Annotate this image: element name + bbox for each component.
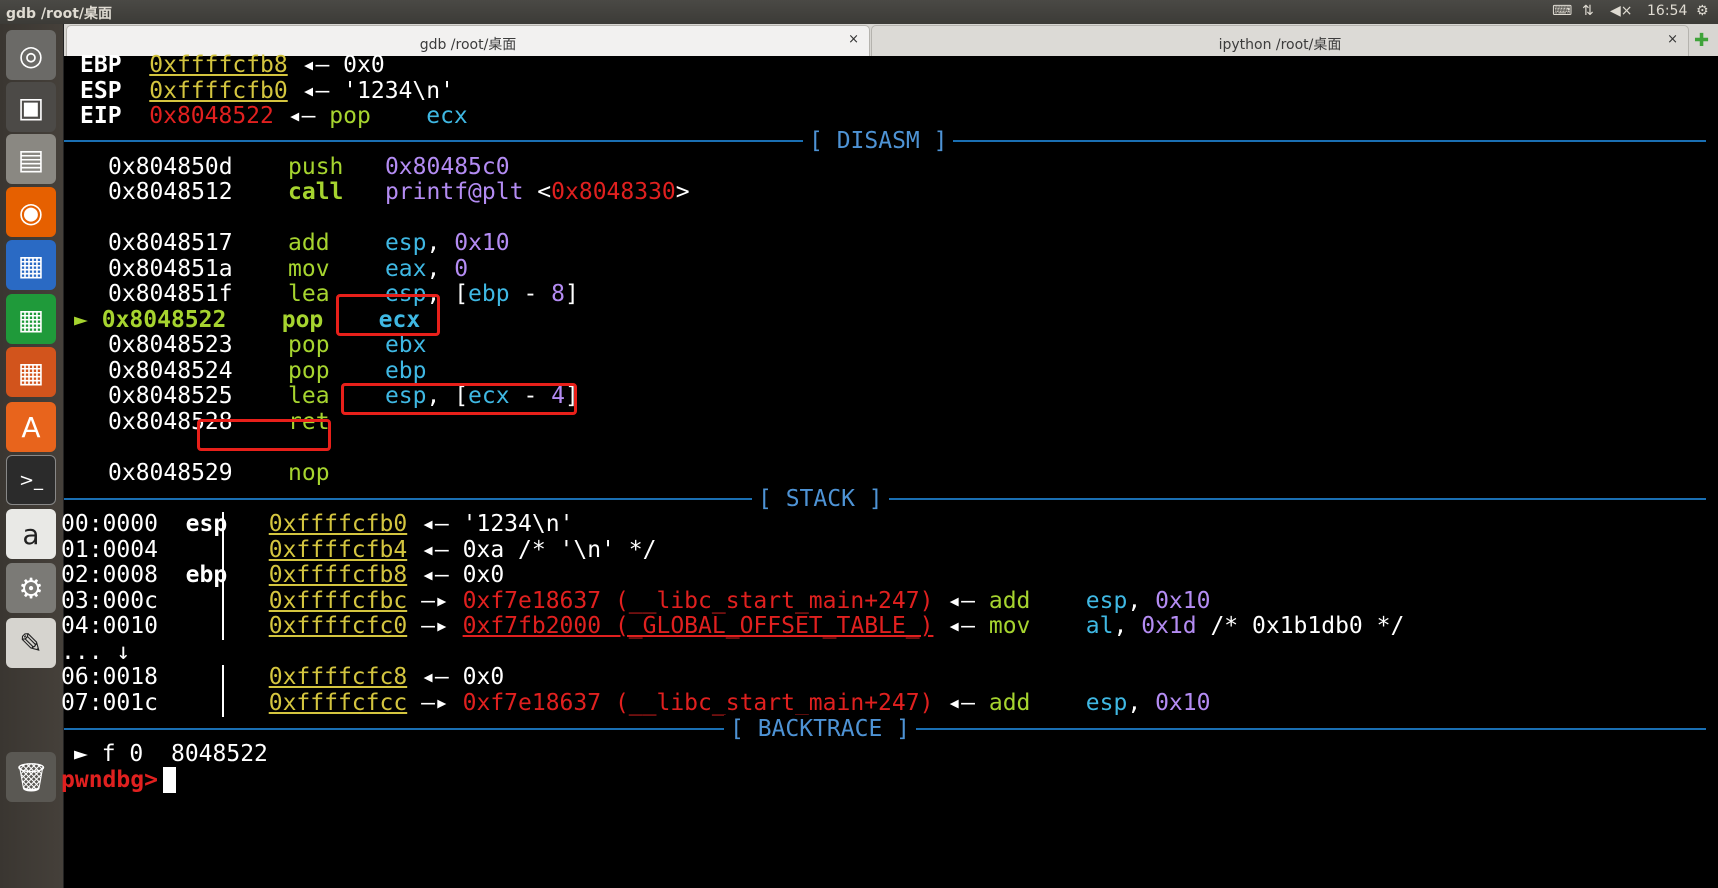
disasm-line: 0x8048529 nop (108, 460, 330, 486)
terminal-icon[interactable]: >_ (6, 455, 56, 505)
system-settings-icon[interactable]: ⚙ (6, 563, 56, 613)
text-editor-icon[interactable]: ✎ (6, 618, 56, 668)
stack-row: 03:000c 0xffffcfbc —▸ 0xf7e18637 (__libc… (61, 588, 1211, 614)
stack-separator (222, 589, 224, 615)
annotation-box-lea-esp (341, 383, 577, 415)
annotation-box-pop-ecx (336, 294, 440, 336)
network-icon[interactable]: ⇅ (1582, 3, 1594, 19)
stack-separator (222, 563, 224, 589)
tab-ipython[interactable]: ipython /root/桌面 × (871, 25, 1689, 56)
trash-icon[interactable]: 🗑 (6, 752, 56, 802)
stack-header: [ STACK ] (752, 485, 889, 513)
amazon-icon[interactable]: a (6, 509, 56, 559)
stack-separator (222, 691, 224, 717)
annotation-box-ret (197, 419, 331, 451)
register-eip: EIP 0x8048522 ◂— pop ecx (80, 103, 468, 129)
top-panel: gdb /root/桌面 ⌨ ⇅ ◀× 16:54 ⚙ (0, 0, 1718, 24)
calc-icon[interactable]: ▦ (6, 294, 56, 344)
disasm-line: 0x8048512 call printf@plt <0x8048330> (108, 179, 690, 205)
ubuntu-dash-icon[interactable]: ◎ (6, 30, 56, 80)
writer-icon[interactable]: ▦ (6, 240, 56, 290)
launcher: ◎ ▣ ▤ ◉ ▦ ▦ ▦ A >_ a ⚙ ✎ 🗑 (0, 24, 64, 888)
terminal-cursor (163, 767, 176, 793)
disasm-header: [ DISASM ] (803, 127, 954, 155)
register-esp: ESP 0xffffcfb0 ◂— '1234\n' (80, 78, 454, 104)
disasm-line: 0x8048517 add esp, 0x10 (108, 230, 510, 256)
stack-row: 04:0010 0xffffcfc0 —▸ 0xf7fb2000 (_GLOBA… (61, 613, 1405, 639)
pwndbg-prompt[interactable]: pwndbg> (61, 766, 172, 794)
power-gear-icon[interactable]: ⚙ (1696, 3, 1709, 19)
stack-separator (222, 512, 224, 538)
tab-label: ipython /root/桌面 (1218, 37, 1342, 53)
stack-row: 06:0018 0xffffcfc8 ◂— 0x0 (61, 664, 505, 690)
stack-row: 02:0008 ebp 0xffffcfb8 ◂— 0x0 (61, 562, 505, 588)
stack-row: 00:0000 esp 0xffffcfb0 ◂— '1234\n' (61, 511, 574, 537)
backtrace-frame: ► f 0 8048522 (74, 741, 268, 767)
software-center-icon[interactable]: A (6, 402, 56, 452)
stack-separator (222, 665, 224, 691)
firefox-icon[interactable]: ◉ (6, 187, 56, 237)
close-icon[interactable]: × (848, 32, 859, 47)
files-icon[interactable]: ▤ (6, 134, 56, 184)
stack-row: 01:0004 0xffffcfb4 ◂— 0xa /* '\n' */ (61, 537, 657, 563)
backtrace-header: [ BACKTRACE ] (724, 715, 917, 743)
close-icon[interactable]: × (1667, 32, 1678, 47)
stack-row: 07:001c 0xffffcfcc —▸ 0xf7e18637 (__libc… (61, 690, 1211, 716)
impress-icon[interactable]: ▦ (6, 347, 56, 397)
stack-ellipsis: ... ↓ (61, 639, 131, 665)
disasm-line: 0x804850d push 0x80485c0 (108, 154, 510, 180)
disasm-line: 0x8048524 pop ebp (108, 358, 427, 384)
register-ebp: EBP 0xffffcfb8 ◂— 0x0 (80, 52, 385, 78)
disasm-line: 0x804851a mov eax, 0 (108, 256, 469, 282)
workspace-switcher-icon[interactable]: ▣ (6, 82, 56, 132)
stack-separator (222, 614, 224, 640)
window-title: gdb /root/桌面 (6, 6, 112, 22)
clock[interactable]: 16:54 (1647, 3, 1687, 19)
keyboard-icon[interactable]: ⌨ (1552, 3, 1572, 19)
new-tab-plus-icon[interactable]: ✚ (1694, 30, 1709, 51)
stack-separator (222, 538, 224, 564)
terminal-output[interactable]: EBP 0xffffcfb8 ◂— 0x0 ESP 0xffffcfb0 ◂— … (61, 52, 1718, 888)
volume-icon[interactable]: ◀× (1610, 3, 1633, 19)
